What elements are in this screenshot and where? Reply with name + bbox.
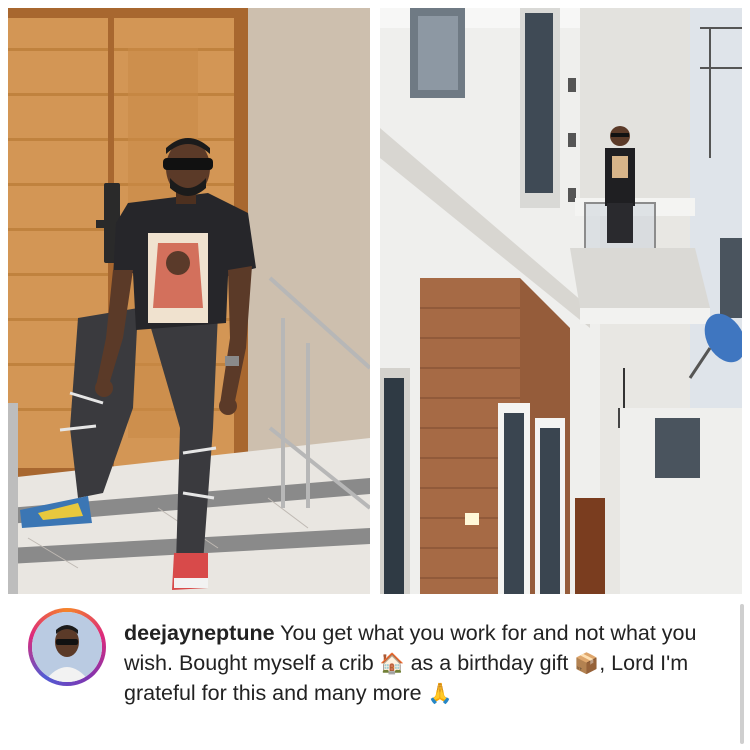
caption-text: deejayneptune You get what you work for … xyxy=(124,618,724,708)
username-link[interactable]: deejayneptune xyxy=(124,621,275,645)
instagram-post: deejayneptune You get what you work for … xyxy=(0,0,750,750)
photo-collage xyxy=(0,0,750,596)
package-emoji-icon: 📦 xyxy=(574,651,600,675)
avatar-image xyxy=(32,612,102,682)
scrollbar[interactable] xyxy=(740,604,744,744)
avatar[interactable] xyxy=(28,608,106,686)
man-on-stairs-photo[interactable] xyxy=(8,8,370,594)
pray-emoji-icon: 🙏 xyxy=(427,681,453,705)
house-exterior-photo[interactable] xyxy=(380,8,742,594)
house-emoji-icon: 🏠 xyxy=(379,651,405,675)
post-caption-area: deejayneptune You get what you work for … xyxy=(0,596,750,750)
caption-segment: as a birthday gift xyxy=(404,651,575,675)
